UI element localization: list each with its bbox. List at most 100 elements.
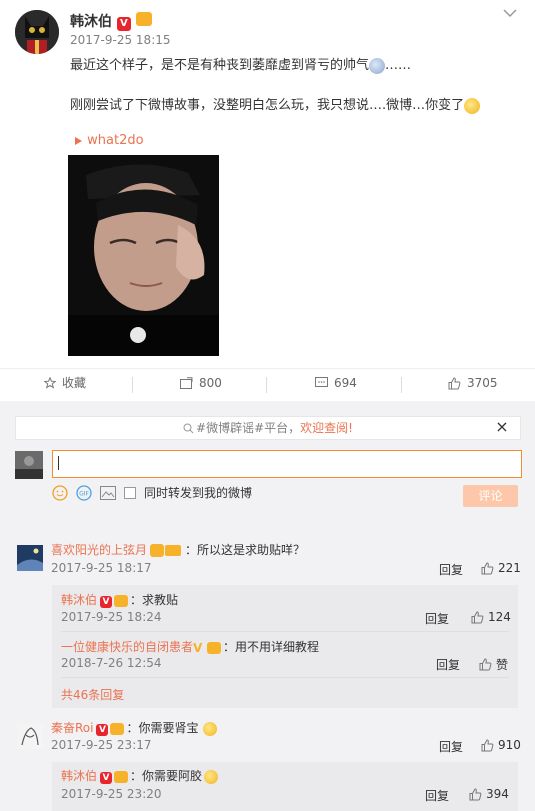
thumbs-up-icon	[448, 376, 461, 390]
star-icon	[44, 377, 56, 389]
reply-text: ：用不用详细教程	[223, 640, 320, 654]
comment-body: 秦奋Roi V ：你需要肾宝	[51, 719, 217, 736]
reply-time: 2017-9-25 18:24	[61, 610, 162, 624]
reply-like-button[interactable]: 赞	[479, 656, 508, 673]
notice-link[interactable]: 欢迎查阅!	[300, 421, 353, 435]
divider	[401, 377, 402, 393]
nested-reply: 韩沐伯 V ：求教贴	[61, 591, 178, 608]
comment-input[interactable]	[52, 450, 522, 478]
chevron-down-icon[interactable]	[503, 8, 517, 18]
repost-count: 800	[199, 376, 222, 390]
video-link-label: what2do	[87, 133, 144, 148]
reply-button[interactable]: 回复	[425, 610, 449, 627]
comment-username[interactable]: 喜欢阳光的上弦月	[51, 543, 147, 557]
reply-button[interactable]: 回复	[439, 561, 463, 578]
nested-reply: 韩沐伯 V ：你需要阿胶	[61, 767, 219, 784]
verified-icon: V	[100, 596, 113, 608]
reply-button[interactable]: 回复	[425, 787, 449, 804]
video-link[interactable]: what2do	[73, 133, 144, 148]
reply-button[interactable]: 回复	[436, 656, 460, 673]
post-text-line-1: 最近这个样子，是不是有种丧到萎靡虚到肾亏的帅气 ……	[70, 54, 411, 74]
current-user-avatar	[15, 451, 43, 479]
member-crown-icon	[114, 594, 129, 607]
close-icon[interactable]: ×	[494, 416, 510, 438]
reply-like-button[interactable]: 394	[469, 787, 509, 801]
verified-icon: V	[96, 724, 109, 736]
reply-time: 2017-9-25 23:20	[61, 787, 162, 801]
post-text: 最近这个样子，是不是有种丧到萎靡虚到肾亏的帅气	[70, 58, 370, 73]
notice-text[interactable]: #微博辟谣#平台，	[196, 421, 300, 435]
like-button[interactable]: 3705	[448, 369, 498, 397]
thumbs-up-icon	[481, 561, 494, 575]
comment-like-button[interactable]: 910	[481, 738, 521, 752]
member-crown-icon	[150, 544, 165, 557]
reply-username[interactable]: 一位健康快乐的自闭患者	[61, 640, 193, 654]
post-timestamp[interactable]: 2017-9-25 18:15	[70, 33, 171, 47]
verified-icon: V	[100, 772, 113, 784]
composer-tools: GIF 同时转发到我的微博	[52, 484, 252, 501]
action-bar: 收藏 800 694 3705	[0, 368, 535, 397]
reply-username[interactable]: 韩沐伯	[61, 769, 97, 783]
reply-text: ：求教贴	[130, 593, 179, 607]
repost-button[interactable]: 800	[180, 369, 222, 397]
svg-text:GIF: GIF	[79, 490, 89, 497]
comment-button[interactable]: 694	[315, 369, 357, 397]
comment-icon	[315, 377, 328, 389]
reply-button[interactable]: 回复	[439, 738, 463, 755]
member-crown-icon	[114, 770, 129, 783]
member-crown-icon	[110, 722, 125, 735]
comment-time: 2017-9-25 23:17	[51, 738, 152, 752]
repost-checkbox-label[interactable]: 同时转发到我的微博	[144, 484, 252, 501]
like-count: 3705	[467, 376, 498, 390]
comment-username[interactable]: 秦奋Roi	[51, 721, 93, 735]
smile-emoji-icon	[464, 97, 481, 114]
thumbs-up-icon	[469, 787, 482, 801]
search-icon	[183, 423, 194, 434]
commenter-avatar[interactable]	[17, 723, 43, 749]
sly-emoji-icon	[202, 721, 217, 736]
author-avatar[interactable]	[15, 10, 59, 54]
reply-text: ：你需要阿胶	[130, 769, 203, 783]
repost-checkbox[interactable]	[124, 486, 136, 499]
comment-text: ：你需要肾宝	[126, 721, 199, 735]
rumor-notice: #微博辟谣#平台，欢迎查阅!	[15, 416, 521, 440]
repost-icon	[180, 377, 193, 389]
member-crown-icon	[207, 641, 222, 654]
post-text-tail: ……	[385, 58, 412, 73]
post-photo[interactable]	[68, 155, 219, 356]
text-cursor	[58, 456, 59, 470]
thumbs-up-icon	[479, 658, 492, 671]
nested-reply: 一位健康快乐的自闭患者V ：用不用详细教程	[61, 638, 319, 655]
reply-time: 2018-7-26 12:54	[61, 656, 162, 670]
play-icon	[73, 136, 83, 146]
gif-icon[interactable]: GIF	[76, 484, 92, 501]
more-replies-link[interactable]: 共46条回复	[61, 686, 124, 703]
image-icon[interactable]	[100, 485, 116, 500]
post-text: 刚刚尝试了下微博故事，没整明白怎么玩，我只想说….微博…你变了	[70, 98, 465, 113]
favorite-button[interactable]: 收藏	[44, 369, 86, 397]
member-crown-icon	[135, 12, 152, 26]
crying-emoji-icon	[369, 57, 386, 74]
emoji-picker-icon[interactable]	[52, 484, 68, 501]
reply-like-button[interactable]: 124	[471, 610, 511, 624]
divider	[132, 377, 133, 393]
comment-body: 喜欢阳光的上弦月 ：所以这是求助贴咩？	[51, 541, 305, 558]
reply-like-count: 124	[488, 610, 511, 624]
favorite-label: 收藏	[62, 376, 87, 390]
post-text-line-2: 刚刚尝试了下微博故事，没整明白怎么玩，我只想说….微博…你变了	[70, 94, 481, 114]
yellow-v-icon: V	[193, 640, 203, 655]
reply-like-count: 394	[486, 787, 509, 801]
author-name[interactable]: 韩沐伯	[70, 14, 112, 30]
author-name-row: 韩沐伯 V	[70, 11, 152, 31]
thumbs-up-icon	[471, 610, 484, 624]
comment-count: 694	[334, 376, 357, 390]
comment-time: 2017-9-25 18:17	[51, 561, 152, 575]
comment-like-count: 910	[498, 738, 521, 752]
comment-like-button[interactable]: 221	[481, 561, 521, 575]
commenter-avatar[interactable]	[17, 545, 43, 571]
reply-username[interactable]: 韩沐伯	[61, 593, 97, 607]
fan-badge-icon	[165, 545, 182, 556]
submit-comment-button[interactable]: 评论	[463, 485, 518, 507]
divider	[61, 677, 509, 678]
reply-like-count: 赞	[496, 658, 509, 672]
